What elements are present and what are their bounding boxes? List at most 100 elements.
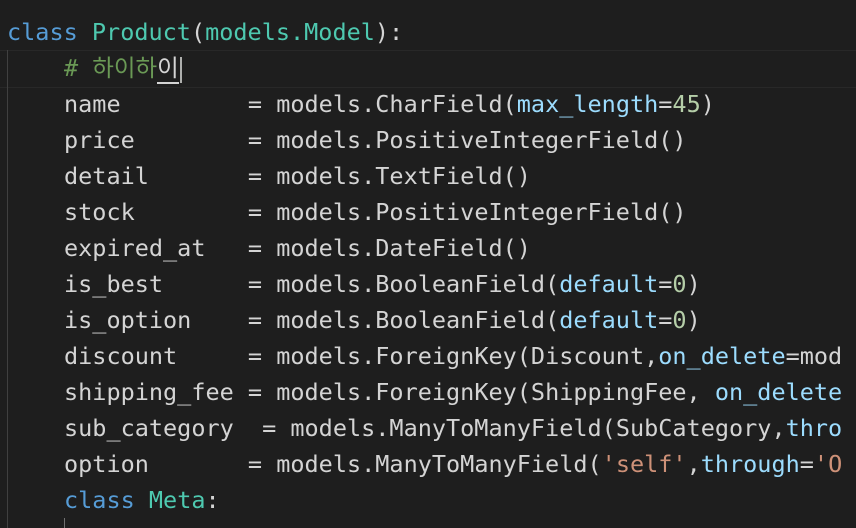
code-line-class-definition[interactable]: class Product(models.Model): (7, 14, 403, 50)
token-mod: models. (276, 126, 376, 154)
token-close: ) (686, 270, 701, 298)
code-line-field[interactable]: discount = models.ForeignKey(Discount,on… (64, 338, 842, 374)
token-type: PositiveIntegerField (375, 198, 659, 226)
token-type: DateField (375, 234, 503, 262)
token-name: shipping_fee (64, 378, 234, 406)
token-eq1: = (799, 450, 814, 478)
meta-class-name: Meta (148, 486, 206, 514)
token-call: () (658, 126, 687, 154)
token-open: ( (502, 90, 517, 118)
keyword-class: class (64, 486, 135, 514)
code-line-field[interactable]: option = models.ManyToManyField('self',t… (64, 446, 842, 482)
token-eq: = (233, 126, 277, 154)
token-eq: = (233, 198, 277, 226)
code-editor[interactable]: class Product(models.Model): # 하이하이 name… (0, 0, 856, 528)
token-call: () (658, 198, 687, 226)
token-p1: max_length (516, 90, 659, 118)
code-line-field[interactable]: detail = models.TextField() (64, 158, 531, 194)
token-name: is_best (64, 270, 234, 298)
token-mod: models. (276, 378, 376, 406)
token-name: discount (64, 342, 234, 370)
token-open: ( (545, 306, 560, 334)
token-name: expired_at (64, 234, 234, 262)
token-mod: models. (276, 234, 376, 262)
code-line-comment[interactable]: # 하이하이 (64, 50, 182, 86)
token-name: price (64, 126, 234, 154)
token-eq: = (233, 378, 277, 406)
code-line-field[interactable]: name = models.CharField(max_length=45) (64, 86, 715, 122)
code-line-field[interactable]: is_option = models.BooleanField(default=… (64, 302, 701, 338)
token-p1: on_delete (714, 378, 843, 406)
token-name: detail (64, 162, 234, 190)
token-mod: models. (276, 270, 376, 298)
token-str2: 'O (813, 450, 843, 478)
code-line-field[interactable]: shipping_fee = models.ForeignKey(Shippin… (64, 374, 842, 410)
token-call: () (502, 234, 531, 262)
token-eq: = (233, 234, 277, 262)
token-name: name (64, 90, 234, 118)
token-type: PositiveIntegerField (375, 126, 659, 154)
class-name: Product (91, 18, 191, 46)
token-eq: = (233, 414, 291, 442)
token-arg: Discount, (530, 342, 659, 370)
code-line-meta-class[interactable]: class Meta: (64, 482, 220, 518)
keyword-class: class (7, 18, 78, 46)
code-line-field[interactable]: is_best = models.BooleanField(default=0) (64, 266, 701, 302)
code-line-field[interactable]: sub_category = models.ManyToManyField(Su… (64, 410, 842, 446)
text-caret (179, 56, 182, 83)
token-open: ( (516, 342, 531, 370)
token-v1: 0 (672, 306, 687, 334)
token-type: ManyToManyField (375, 450, 588, 478)
token-mod: models. (276, 198, 376, 226)
token-open: ( (587, 450, 602, 478)
token-type: BooleanField (375, 270, 546, 298)
token-name: stock (64, 198, 234, 226)
token-mod: models. (276, 90, 376, 118)
token-comma: , (686, 450, 701, 478)
token-type: TextField (375, 162, 503, 190)
token-eq1: = (658, 90, 673, 118)
code-line-field[interactable]: stock = models.PositiveIntegerField() (64, 194, 687, 230)
token-eq1: = (658, 270, 673, 298)
code-line-field[interactable]: expired_at = models.DateField() (64, 230, 531, 266)
comment-hash: # (64, 54, 93, 82)
token-name: option (64, 450, 234, 478)
token-v1: 45 (672, 90, 701, 118)
ime-composition: 이 (157, 54, 179, 84)
token-name: is_option (64, 306, 234, 334)
token-p1: default (559, 306, 659, 334)
token-call: () (502, 162, 531, 190)
token-eq: = (233, 162, 277, 190)
token-p1: through (700, 450, 800, 478)
token-mod: models. (276, 162, 376, 190)
token-eq: = (233, 90, 277, 118)
code-line-field[interactable]: price = models.PositiveIntegerField() (64, 122, 687, 158)
token-v1: 0 (672, 270, 687, 298)
token-name: sub_category (64, 414, 234, 442)
token-arg: SubCategory, (615, 414, 786, 442)
token-eq: = (233, 342, 277, 370)
token-type: ForeignKey (375, 342, 517, 370)
token-arg: ShippingFee, (530, 378, 715, 406)
token-mod: models. (290, 414, 390, 442)
token-eq1: = (785, 342, 800, 370)
token-mod: models. (276, 342, 376, 370)
token-str: 'self' (601, 450, 687, 478)
token-eq: = (233, 270, 277, 298)
token-p1: default (559, 270, 659, 298)
token-type: BooleanField (375, 306, 546, 334)
token-mod: models. (276, 450, 376, 478)
token-type: CharField (375, 90, 503, 118)
token-eq: = (233, 306, 277, 334)
indent-guide-nested (64, 518, 65, 528)
token-rest: mod (799, 342, 843, 370)
token-type: ManyToManyField (389, 414, 602, 442)
token-type: ForeignKey (375, 378, 517, 406)
comment-text: 하이하 (92, 54, 158, 82)
indent-guide (7, 50, 8, 528)
token-mod: models. (276, 306, 376, 334)
token-p1: thro (785, 414, 843, 442)
token-open: ( (545, 270, 560, 298)
token-p1: on_delete (658, 342, 786, 370)
token-eq: = (233, 450, 277, 478)
